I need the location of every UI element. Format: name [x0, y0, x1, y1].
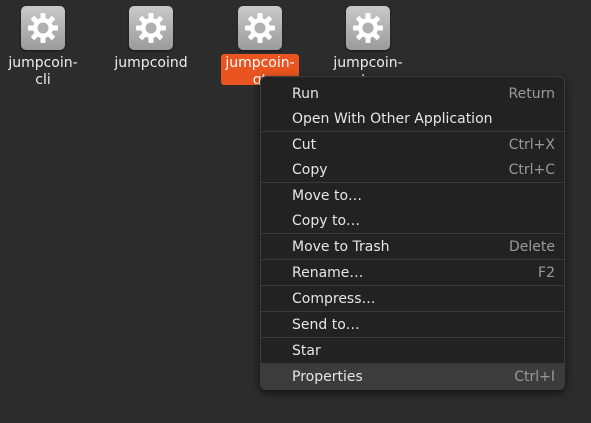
menu-item-star[interactable]: Star [261, 338, 564, 363]
menu-item-shortcut: Ctrl+X [508, 136, 555, 153]
gear-icon [238, 6, 282, 50]
menu-item-label: Move to Trash [292, 238, 390, 255]
menu-group-send: Send to… [261, 312, 564, 338]
menu-item-label: Copy [292, 161, 328, 178]
menu-item-label: Compress… [292, 290, 376, 307]
menu-group-properties: Properties Ctrl+I [261, 364, 564, 389]
menu-item-move-to[interactable]: Move to… [261, 183, 564, 208]
menu-item-shortcut: F2 [538, 264, 555, 281]
menu-item-label: Move to… [292, 187, 363, 204]
menu-group-trash: Move to Trash Delete [261, 234, 564, 260]
context-menu: Run Return Open With Other Application C… [260, 76, 565, 390]
menu-item-run[interactable]: Run Return [261, 81, 564, 106]
menu-item-properties[interactable]: Properties Ctrl+I [261, 364, 564, 389]
gear-icon [129, 6, 173, 50]
menu-item-shortcut: Ctrl+C [508, 161, 555, 178]
menu-item-shortcut: Return [508, 85, 555, 102]
menu-item-label: Properties [292, 368, 363, 385]
menu-item-label: Copy to… [292, 212, 361, 229]
desktop-icon-jumpcoin-cli[interactable]: jumpcoin-cli [5, 6, 81, 90]
menu-group-move: Move to… Copy to… [261, 183, 564, 234]
menu-item-compress[interactable]: Compress… [261, 286, 564, 311]
menu-item-label: Rename… [292, 264, 364, 281]
menu-item-label: Send to… [292, 316, 360, 333]
desktop-icon-jumpcoin-qt[interactable]: jumpcoin-qt [221, 6, 299, 85]
icon-label: jumpcoind [114, 55, 188, 71]
gear-icon [346, 6, 390, 50]
menu-item-cut[interactable]: Cut Ctrl+X [261, 132, 564, 157]
menu-item-label: Run [292, 85, 319, 102]
menu-item-label: Star [292, 342, 321, 359]
menu-item-open-with[interactable]: Open With Other Application [261, 106, 564, 131]
menu-group-star: Star [261, 338, 564, 364]
gear-icon [21, 6, 65, 50]
menu-group-open: Run Return Open With Other Application [261, 81, 564, 132]
menu-item-shortcut: Delete [509, 238, 555, 255]
menu-group-clipboard: Cut Ctrl+X Copy Ctrl+C [261, 132, 564, 183]
menu-item-copy-to[interactable]: Copy to… [261, 208, 564, 233]
menu-item-label: Cut [292, 136, 317, 153]
menu-item-shortcut: Ctrl+I [514, 368, 555, 385]
menu-item-label: Open With Other Application [292, 110, 493, 127]
icon-label: jumpcoin-cli [8, 55, 78, 88]
menu-group-compress: Compress… [261, 286, 564, 312]
menu-group-rename: Rename… F2 [261, 260, 564, 286]
menu-item-copy[interactable]: Copy Ctrl+C [261, 157, 564, 182]
menu-item-rename[interactable]: Rename… F2 [261, 260, 564, 285]
desktop-icon-jumpcoind[interactable]: jumpcoind [113, 6, 189, 73]
menu-item-move-to-trash[interactable]: Move to Trash Delete [261, 234, 564, 259]
menu-item-send-to[interactable]: Send to… [261, 312, 564, 337]
